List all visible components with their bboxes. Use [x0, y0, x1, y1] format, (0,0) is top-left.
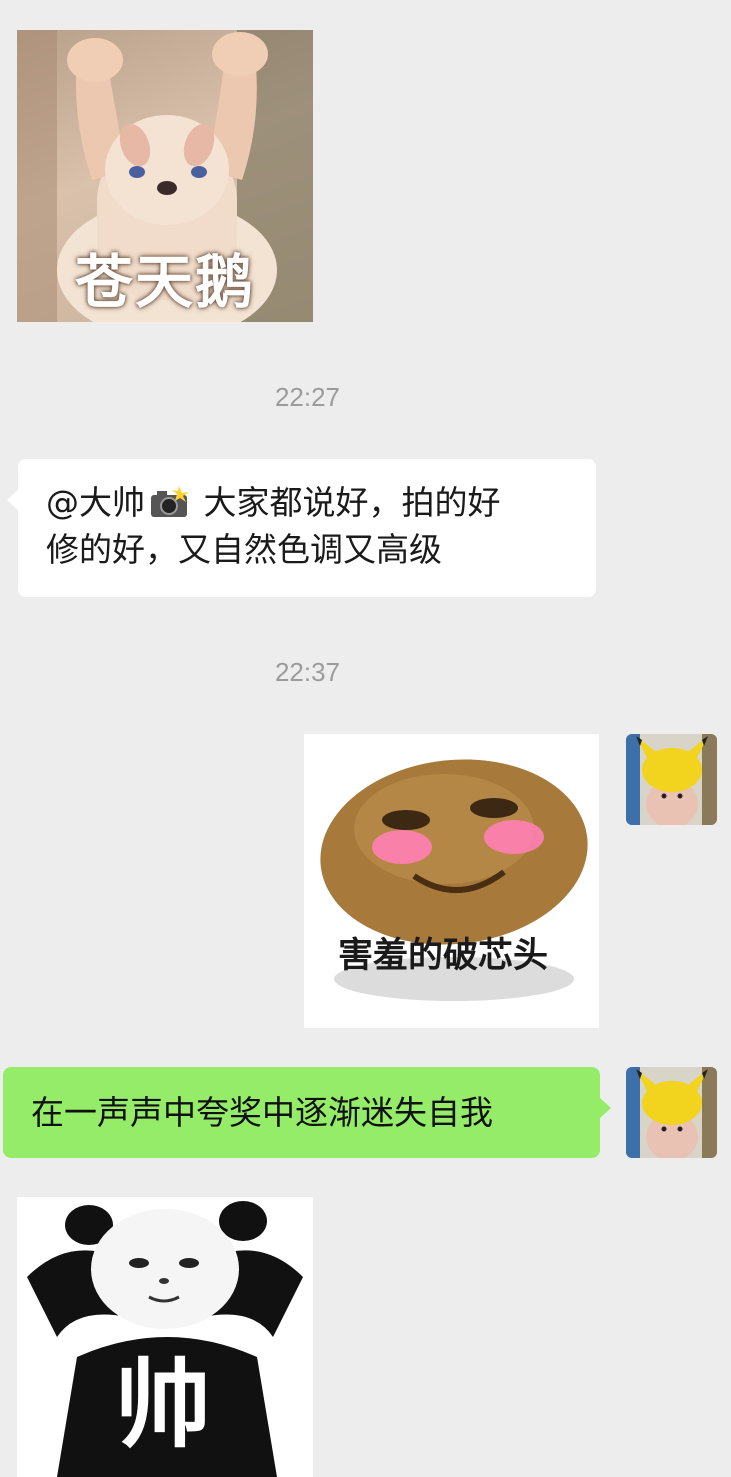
bunny-mascot-sticker[interactable]: 苍天鹅 — [17, 30, 313, 322]
outgoing-text-bubble[interactable]: 在一声声中夸奖中逐渐迷失自我 — [3, 1067, 611, 1158]
user-avatar[interactable] — [626, 734, 717, 825]
sticker-caption: 帅 — [115, 1349, 211, 1461]
message-text: 在一声声中夸奖中逐渐迷失自我 — [31, 1093, 493, 1132]
message-timestamp: 22:27 — [274, 382, 341, 412]
message-line-2: 修的好，又自然色调又高级 — [46, 530, 442, 569]
pikachu-hat-hamster-avatar-icon — [626, 1067, 717, 1158]
user-avatar[interactable] — [626, 1067, 717, 1158]
incoming-text-bubble[interactable]: @大帅 大家都说好，拍的好 修的好，又自然色调又高级 — [7, 459, 596, 597]
message-line-1: @大帅 大家都说好，拍的好 — [46, 479, 570, 526]
panda-meme-sticker[interactable]: 帅 — [17, 1197, 313, 1477]
sticker-caption: 害羞的破芯头 — [338, 936, 549, 976]
camera-flash-emoji-icon — [149, 483, 189, 517]
mention-tag[interactable]: @大帅 — [46, 483, 145, 522]
sticker-caption: 苍天鹅 — [75, 248, 256, 316]
message-text: 大家都说好，拍的好 — [203, 483, 501, 522]
message-timestamp: 22:37 — [274, 657, 341, 687]
blushing-potato-sticker[interactable]: 害羞的破芯头 — [304, 734, 599, 1028]
pikachu-hat-hamster-avatar-icon — [626, 734, 717, 825]
blushing-potato-icon — [320, 759, 588, 1001]
